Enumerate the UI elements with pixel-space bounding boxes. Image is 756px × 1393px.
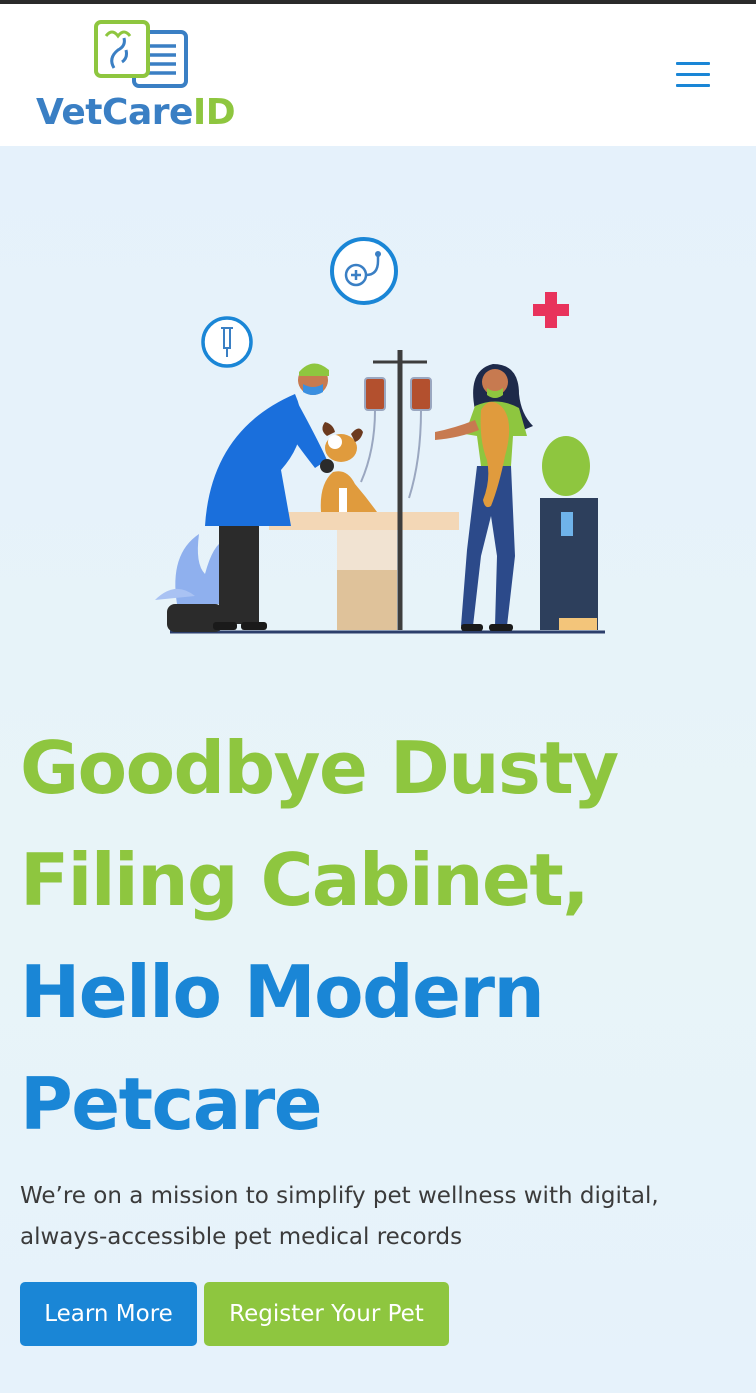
medical-cross-icon bbox=[533, 292, 569, 328]
register-your-pet-button[interactable]: Register Your Pet bbox=[204, 1282, 449, 1346]
veterinarian-examining-dog-illustration bbox=[155, 237, 605, 634]
logo[interactable]: VetCareID bbox=[36, 18, 256, 138]
hamburger-menu-icon[interactable] bbox=[672, 54, 712, 94]
stethoscope-icon bbox=[330, 237, 398, 305]
veterinarian bbox=[205, 363, 334, 630]
headline-line-2: Filing Cabinet, bbox=[20, 838, 590, 922]
water-cooler bbox=[540, 436, 598, 630]
pet-id-card-icon bbox=[94, 20, 188, 88]
syringe-icon bbox=[201, 316, 253, 368]
hero-headline: Goodbye Dusty Filing Cabinet, Hello Mode… bbox=[20, 712, 736, 1160]
hero-subtext: We’re on a mission to simplify pet welln… bbox=[20, 1183, 659, 1250]
headline-line-4: Petcare bbox=[20, 1062, 323, 1146]
learn-more-button[interactable]: Learn More bbox=[20, 1282, 197, 1346]
pet-owner bbox=[435, 364, 533, 631]
headline-line-3: Hello Modern bbox=[20, 950, 545, 1034]
logo-text-id: ID bbox=[192, 92, 236, 133]
logo-wordmark: VetCareID bbox=[36, 92, 236, 133]
logo-text-vetcare: VetCare bbox=[36, 92, 193, 133]
site-header: VetCareID bbox=[0, 4, 756, 146]
headline-line-1: Goodbye Dusty bbox=[20, 726, 619, 810]
